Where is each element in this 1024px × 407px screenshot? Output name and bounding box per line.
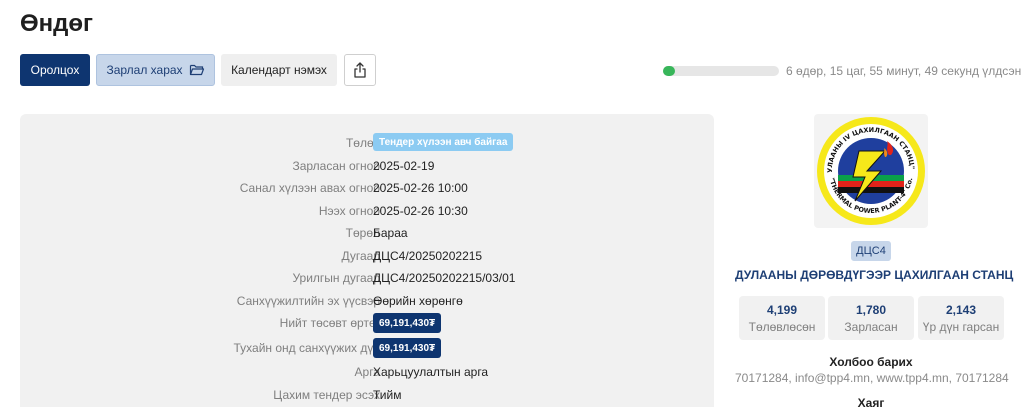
detail-label: Нээх огноо (318, 204, 380, 218)
share-button[interactable] (344, 54, 376, 86)
detail-label: Зарласан огноо (292, 159, 380, 173)
detail-label: Санал хүлээн авах огноо (239, 181, 380, 195)
detail-value: Харьцуулалтын арга (373, 365, 489, 379)
organization-code-badge[interactable]: ДЦС4 (851, 241, 891, 261)
stat-card-planned[interactable]: 4,199 Төлөвлөсөн (739, 296, 825, 340)
detail-label: Нийт төсөвт өртөг (279, 316, 380, 330)
detail-row: Дугаар ДЦС4/20250202215 (20, 246, 714, 268)
stat-value: 2,143 (945, 303, 977, 317)
tender-details-panel: Төлөв Тендер хүлээн авч байгаа Зарласан ог… (20, 114, 714, 407)
organization-logo: "ДУЛААНЫ IV ЦАХИЛГААН СТАНЦ" ХК "THERMAL… (814, 114, 928, 228)
detail-row: Нээх огноо 2025-02-26 10:30 (20, 201, 714, 223)
view-button-label: Зарлал харах (106, 63, 183, 77)
detail-row: Санхүүжилтийн эх үүсвэр Өөрийн хөрөнгө (20, 291, 714, 313)
detail-label: Урилгын дугаар (292, 271, 380, 285)
detail-row: Төлөв Тендер хүлээн авч байгаа (20, 133, 714, 155)
detail-row: Зарласан огноо 2025-02-19 (20, 156, 714, 178)
stat-card-announced[interactable]: 1,780 Зарласан (828, 296, 914, 340)
detail-value: Өөрийн хөрөнгө (373, 294, 463, 308)
detail-label: Санхүүжилтийн эх үүсвэр (236, 294, 380, 308)
detail-value: 2025-02-26 10:30 (373, 204, 468, 218)
add-to-calendar-button[interactable]: Календарт нэмэх (221, 54, 337, 86)
amount-badge: 69,191,430₮ (373, 313, 442, 333)
detail-label: Цахим тендер эсэх (273, 388, 380, 402)
status-badge: Тендер хүлээн авч байгаа (373, 133, 514, 151)
address-title: Хаяг (857, 396, 885, 407)
detail-row: Нийт төсөвт өртөг 69,191,430₮ (20, 313, 714, 335)
detail-value: 2025-02-26 10:00 (373, 181, 468, 195)
detail-row: Төрөл Бараа (20, 223, 714, 245)
contact-title: Холбоо барих (829, 355, 913, 369)
stat-label: Зарласан (844, 320, 898, 334)
detail-value: Бараа (373, 226, 408, 240)
stat-value: 4,199 (766, 303, 798, 317)
detail-value: 2025-02-19 (373, 159, 435, 173)
join-button-label: Оролцох (30, 63, 80, 77)
detail-row: Тухайн онд санхүүжих дүн 69,191,430₮ (20, 338, 714, 360)
detail-value: ДЦС4/20250202215 (373, 249, 483, 263)
organization-name[interactable]: ДУЛААНЫ ДӨРӨВДҮГЭЭР ЦАХИЛГААН СТАНЦ (735, 268, 1013, 282)
stat-value: 1,780 (855, 303, 887, 317)
time-progress-fill (663, 66, 675, 76)
folder-open-icon (189, 63, 205, 77)
detail-row: Урилгын дугаар ДЦС4/20250202215/03/01 (20, 268, 714, 290)
time-remaining-text: 6 өдөр, 15 цаг, 55 минут, 49 секунд үлдс… (786, 64, 1022, 78)
share-icon (353, 62, 367, 78)
join-button[interactable]: Оролцох (20, 54, 90, 86)
amount-badge: 69,191,430₮ (373, 338, 442, 358)
stat-card-results[interactable]: 2,143 Үр дүн гарсан (918, 296, 1004, 340)
detail-value: ДЦС4/20250202215/03/01 (373, 271, 516, 285)
page-title: Өндөг (20, 10, 94, 37)
detail-label: Тухайн онд санхүүжих дүн (233, 341, 381, 355)
contact-text: 70171284, info@tpp4.mn, www.tpp4.mn, 701… (735, 371, 1009, 385)
detail-row: Арга Харьцуулалтын арга (20, 362, 714, 384)
logo-emblem: "ДУЛААНЫ IV ЦАХИЛГААН СТАНЦ" ХК "THERMAL… (815, 115, 925, 225)
detail-row: Цахим тендер эсэх Тийм (20, 385, 714, 407)
stat-label: Төлөвлөсөн (748, 320, 816, 334)
time-progress-bar (663, 66, 779, 76)
view-announcement-button[interactable]: Зарлал харах (96, 54, 215, 86)
calendar-button-label: Календарт нэмэх (231, 63, 327, 77)
detail-value: Тийм (373, 388, 402, 402)
detail-row: Санал хүлээн авах огноо 2025-02-26 10:00 (20, 178, 714, 200)
stat-label: Үр дүн гарсан (922, 320, 1000, 334)
